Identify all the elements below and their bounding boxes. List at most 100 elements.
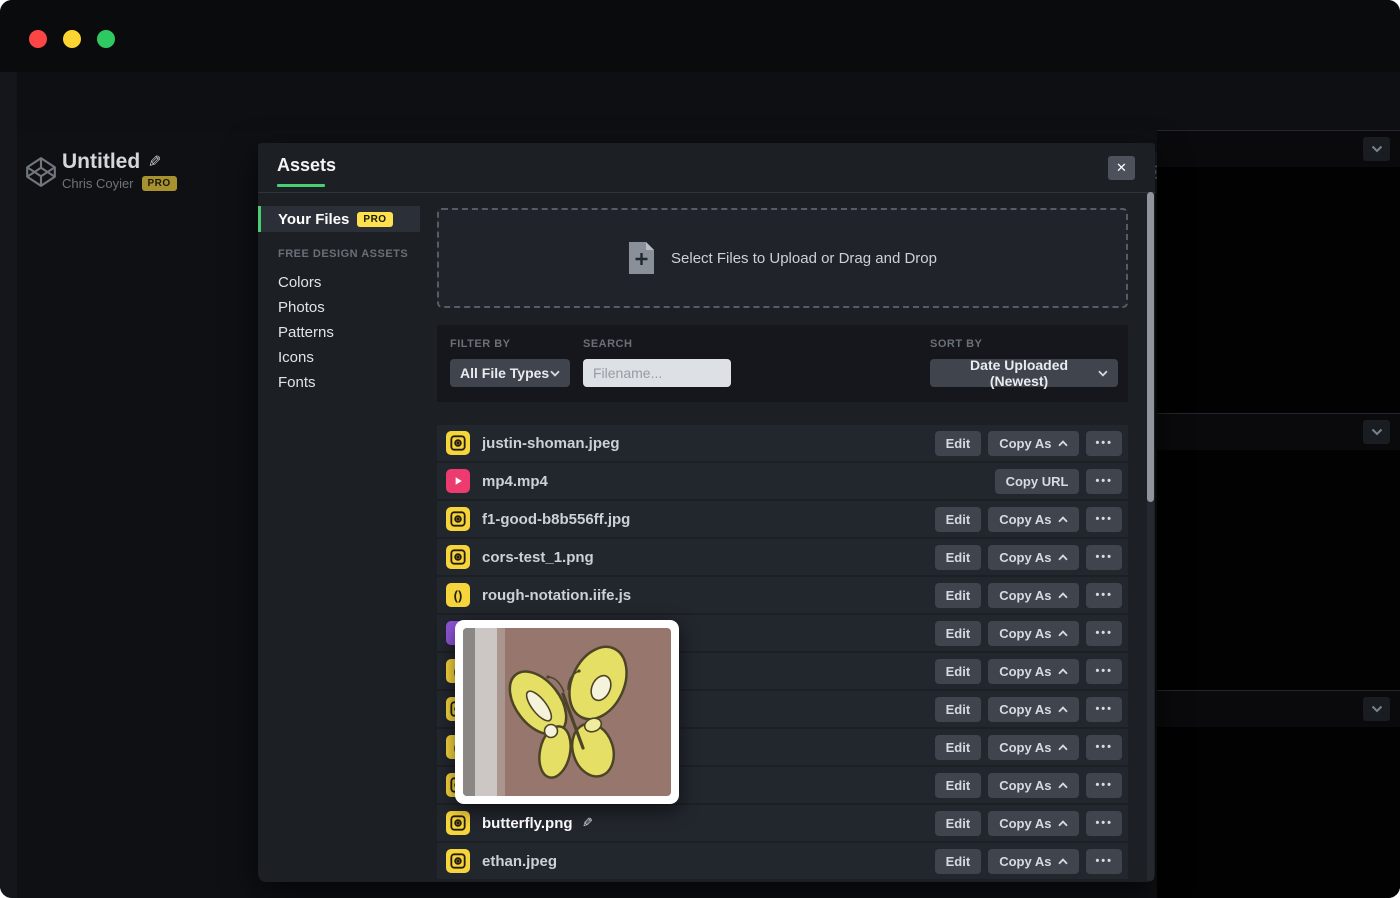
edit-button[interactable]: Edit	[935, 811, 982, 836]
copy-button[interactable]: Copy As	[988, 507, 1079, 532]
more-options-button[interactable]: •••	[1086, 659, 1122, 684]
row-actions: Copy URL •••	[995, 469, 1122, 494]
assets-sidebar: Your Files PRO FREE DESIGN ASSETS Colors…	[258, 192, 437, 882]
modal-scrollbar-thumb[interactable]	[1147, 192, 1154, 502]
edit-button[interactable]: Edit	[935, 431, 982, 456]
file-name: justin-shoman.jpeg	[482, 435, 620, 452]
file-preview-popup	[455, 620, 679, 804]
edit-title-pencil-icon[interactable]: ✎	[148, 152, 161, 172]
chevron-up-icon	[1058, 820, 1068, 827]
traffic-light-close[interactable]	[29, 30, 47, 48]
file-type-dropdown[interactable]: All File Types	[450, 359, 570, 387]
copy-button[interactable]: Copy As	[988, 621, 1079, 646]
file-type-value: All File Types	[460, 365, 549, 381]
copy-label: Copy As	[999, 816, 1051, 831]
butterfly-preview-image	[463, 628, 671, 796]
copy-button[interactable]: Copy URL	[995, 469, 1080, 494]
editor-panel-body-2	[1157, 450, 1400, 690]
more-options-button[interactable]: •••	[1086, 621, 1122, 646]
copy-label: Copy As	[999, 664, 1051, 679]
modal-scrollbar-track	[1147, 192, 1154, 881]
file-row: justin-shoman.jpeg Edit Copy As •••	[437, 425, 1128, 461]
sidebar-item-your-files[interactable]: Your Files PRO	[258, 206, 420, 232]
rename-pencil-icon[interactable]: ✎	[582, 815, 593, 831]
copy-button[interactable]: Copy As	[988, 773, 1079, 798]
assets-modal-header: Assets ✕	[258, 143, 1155, 193]
chevron-up-icon	[1058, 668, 1068, 675]
edit-button[interactable]: Edit	[935, 659, 982, 684]
copy-button[interactable]: Copy As	[988, 735, 1079, 760]
chevron-up-icon	[1058, 630, 1068, 637]
sort-by-label: SORT BY	[930, 338, 1118, 350]
edit-button[interactable]: Edit	[935, 545, 982, 570]
sidebar-item-colors[interactable]: Colors	[278, 270, 334, 295]
copy-button[interactable]: Copy As	[988, 545, 1079, 570]
sidebar-item-icons[interactable]: Icons	[278, 345, 334, 370]
chevron-up-icon	[1058, 440, 1068, 447]
codepen-logo-icon[interactable]	[24, 155, 58, 189]
sidebar-item-patterns[interactable]: Patterns	[278, 320, 334, 345]
row-actions: Edit Copy As •••	[935, 811, 1122, 836]
copy-label: Copy As	[999, 512, 1051, 527]
more-options-button[interactable]: •••	[1086, 735, 1122, 760]
copy-button[interactable]: Copy As	[988, 431, 1079, 456]
copy-button[interactable]: Copy As	[988, 583, 1079, 608]
window-titlebar	[0, 0, 1400, 72]
row-actions: Edit Copy As •••	[935, 735, 1122, 760]
modal-title: Assets	[277, 155, 336, 176]
edit-button[interactable]: Edit	[935, 507, 982, 532]
row-actions: Edit Copy As •••	[935, 697, 1122, 722]
more-options-button[interactable]: •••	[1086, 583, 1122, 608]
copy-button[interactable]: Copy As	[988, 811, 1079, 836]
collapse-panel-button[interactable]	[1363, 137, 1390, 161]
file-type-icon	[446, 431, 470, 455]
collapse-panel-button[interactable]	[1363, 697, 1390, 721]
more-options-button[interactable]: •••	[1086, 773, 1122, 798]
traffic-light-zoom[interactable]	[97, 30, 115, 48]
more-options-button[interactable]: •••	[1086, 469, 1122, 494]
chevron-down-icon	[550, 370, 560, 377]
sort-dropdown[interactable]: Date Uploaded (Newest)	[930, 359, 1118, 387]
edit-button[interactable]: Edit	[935, 583, 982, 608]
row-actions: Edit Copy As •••	[935, 583, 1122, 608]
more-options-button[interactable]: •••	[1086, 545, 1122, 570]
collapse-panel-button[interactable]	[1363, 420, 1390, 444]
pen-author[interactable]: Chris Coyier	[62, 176, 134, 191]
more-options-button[interactable]: •••	[1086, 697, 1122, 722]
chevron-up-icon	[1058, 516, 1068, 523]
more-options-button[interactable]: •••	[1086, 811, 1122, 836]
copy-button[interactable]: Copy As	[988, 849, 1079, 874]
edit-button[interactable]: Edit	[935, 849, 982, 874]
edit-button[interactable]: Edit	[935, 697, 982, 722]
editor-panel-header-2	[1157, 413, 1400, 450]
sidebar-item-fonts[interactable]: Fonts	[278, 370, 334, 395]
sidebar-item-photos[interactable]: Photos	[278, 295, 334, 320]
copy-label: Copy As	[999, 436, 1051, 451]
copy-button[interactable]: Copy As	[988, 659, 1079, 684]
copy-label: Copy As	[999, 778, 1051, 793]
more-options-button[interactable]: •••	[1086, 507, 1122, 532]
chevron-up-icon	[1058, 592, 1068, 599]
file-type-icon	[446, 469, 470, 493]
more-options-button[interactable]: •••	[1086, 849, 1122, 874]
pro-badge: PRO	[357, 212, 392, 227]
free-design-assets-heading: FREE DESIGN ASSETS	[278, 248, 408, 260]
editor-panels	[1157, 130, 1400, 898]
edit-button[interactable]: Edit	[935, 621, 982, 646]
copy-label: Copy As	[999, 588, 1051, 603]
traffic-light-minimize[interactable]	[63, 30, 81, 48]
copy-button[interactable]: Copy As	[988, 697, 1079, 722]
close-modal-button[interactable]: ✕	[1108, 156, 1135, 180]
more-options-button[interactable]: •••	[1086, 431, 1122, 456]
file-row: mp4.mp4 Copy URL •••	[437, 463, 1128, 499]
edit-button[interactable]: Edit	[935, 773, 982, 798]
copy-label: Copy URL	[1006, 474, 1069, 489]
file-row: butterfly.png ✎ Edit Copy As •••	[437, 805, 1128, 841]
edit-button[interactable]: Edit	[935, 735, 982, 760]
filename-search-input[interactable]	[583, 359, 731, 387]
file-name: ethan.jpeg	[482, 853, 557, 870]
chevron-down-icon	[1371, 428, 1383, 436]
file-upload-dropzone[interactable]: Select Files to Upload or Drag and Drop	[437, 208, 1128, 308]
pen-title: Untitled	[62, 150, 140, 174]
file-name: f1-good-b8b556ff.jpg	[482, 511, 630, 528]
